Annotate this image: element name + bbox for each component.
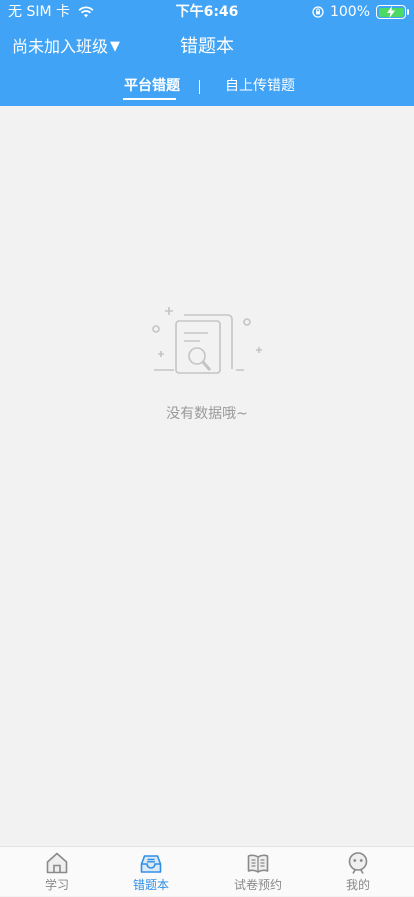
- tab-divider: [199, 80, 200, 94]
- status-bar: 无 SIM 卡 下午6:46 100%: [0, 0, 414, 24]
- tabbar-item-error-book[interactable]: 错题本: [99, 847, 203, 897]
- tabbar-label-exam-booking: 试卷预约: [233, 878, 282, 892]
- empty-state-message: 没有数据哦~: [166, 406, 248, 422]
- battery-percent: 100%: [329, 4, 370, 20]
- inbox-tray-icon: [140, 855, 162, 873]
- tabbar-item-study[interactable]: 学习: [5, 847, 109, 897]
- tabbar-label-study: 学习: [44, 878, 69, 892]
- profile-face-icon: [348, 852, 368, 874]
- open-book-icon: [247, 854, 269, 873]
- segment-tabs: 平台错题 自上传错题: [0, 74, 414, 106]
- bottom-tabbar: 学习 错题本 试卷预约 我的: [0, 846, 414, 896]
- tab-platform-errors[interactable]: 平台错题: [124, 76, 180, 96]
- rotation-lock-icon: [312, 6, 324, 18]
- home-icon: [46, 852, 68, 874]
- empty-document-search-icon: [152, 307, 262, 374]
- tab-uploaded-errors[interactable]: 自上传错题: [225, 76, 295, 96]
- tabbar-label-mine: 我的: [345, 878, 370, 892]
- tabbar-label-error-book: 错题本: [132, 878, 169, 892]
- battery-icon: [376, 5, 409, 19]
- active-tab-indicator: [123, 98, 176, 100]
- tabbar-item-exam-booking[interactable]: 试卷预约: [206, 847, 310, 897]
- app-header: 无 SIM 卡 下午6:46 100% 尚未加入班级 ▼ 错题本 平台错题 自上…: [0, 0, 414, 106]
- tabbar-item-mine[interactable]: 我的: [306, 847, 410, 897]
- page-title: 错题本: [180, 36, 234, 57]
- status-right: 100%: [312, 3, 409, 21]
